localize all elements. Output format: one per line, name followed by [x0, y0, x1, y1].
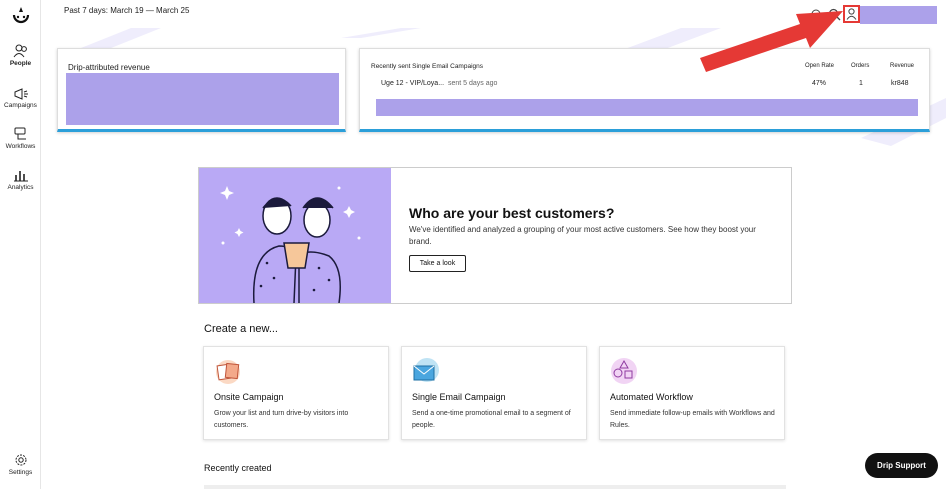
sidebar: People Campaigns Workflows Analytics Set…: [0, 0, 41, 489]
take-a-look-button[interactable]: Take a look: [409, 255, 466, 272]
campaign-revenue: kr848: [891, 80, 909, 87]
sidebar-item-label: Settings: [8, 469, 33, 476]
megaphone-icon: [14, 88, 28, 100]
campaign-sent-time: sent 5 days ago: [448, 80, 498, 87]
sidebar-item-label: Campaigns: [4, 102, 37, 109]
tile-title: Onsite Campaign: [214, 392, 284, 402]
customers-illustration: [199, 168, 391, 303]
campaign-orders: 1: [859, 80, 863, 87]
workflow-icon: [14, 127, 26, 140]
sidebar-item-label: Analytics: [7, 184, 34, 191]
single-email-campaign-tile[interactable]: Single Email Campaign Send a one-time pr…: [401, 346, 587, 440]
promo-heading: Who are your best customers?: [409, 205, 615, 221]
drip-logo-icon[interactable]: [12, 6, 30, 26]
account-name-redacted[interactable]: [860, 6, 937, 24]
sidebar-item-label: Workflows: [5, 143, 36, 150]
campaign-name[interactable]: Uge 12 - VIP/Loya...: [381, 80, 444, 87]
analytics-icon: [13, 171, 28, 182]
envelope-icon: [412, 357, 440, 385]
sidebar-item-analytics[interactable]: Analytics: [0, 168, 41, 191]
tile-title: Single Email Campaign: [412, 392, 506, 402]
user-icon: [846, 8, 857, 20]
user-menu-button[interactable]: [843, 5, 860, 23]
gear-icon: [15, 454, 26, 466]
workflow-shapes-icon: [610, 357, 638, 385]
people-icon: [13, 44, 27, 58]
campaign-open-rate: 47%: [812, 80, 827, 87]
automated-workflow-tile[interactable]: Automated Workflow Send immediate follow…: [599, 346, 785, 440]
sidebar-item-people[interactable]: People: [0, 44, 41, 67]
create-new-heading: Create a new...: [204, 323, 278, 335]
column-orders: Orders: [851, 63, 870, 69]
recently-created-list: [204, 485, 786, 489]
revenue-chart-redacted: [66, 73, 339, 125]
sidebar-item-label: People: [9, 60, 32, 67]
sidebar-item-campaigns[interactable]: Campaigns: [0, 88, 41, 109]
revenue-card: Drip-attributed revenue: [57, 48, 346, 132]
red-arrow-annotation: [700, 8, 845, 74]
drip-support-button[interactable]: Drip Support: [865, 453, 938, 478]
tile-title: Automated Workflow: [610, 392, 693, 402]
promo-description: We've identified and analyzed a grouping…: [409, 225, 756, 246]
sidebar-item-settings[interactable]: Settings: [0, 453, 41, 476]
sidebar-item-workflows[interactable]: Workflows: [0, 127, 41, 150]
onsite-campaign-icon: [214, 357, 242, 385]
best-customers-promo: Who are your best customers? We've ident…: [198, 167, 792, 304]
campaign-chart-redacted: [376, 99, 918, 116]
revenue-card-title: Drip-attributed revenue: [68, 63, 150, 72]
recent-campaigns-title: Recently sent Single Email Campaigns: [371, 63, 483, 70]
recently-created-heading: Recently created: [204, 463, 272, 473]
tile-description: Send immediate follow-up emails with Wor…: [610, 410, 775, 429]
date-range[interactable]: Past 7 days: March 19 — March 25: [64, 6, 189, 15]
column-revenue: Revenue: [890, 63, 915, 69]
onsite-campaign-tile[interactable]: Onsite Campaign Grow your list and turn …: [203, 346, 389, 440]
tile-description: Grow your list and turn drive-by visitor…: [214, 410, 349, 429]
tile-description: Send a one-time promotional email to a s…: [412, 410, 571, 429]
